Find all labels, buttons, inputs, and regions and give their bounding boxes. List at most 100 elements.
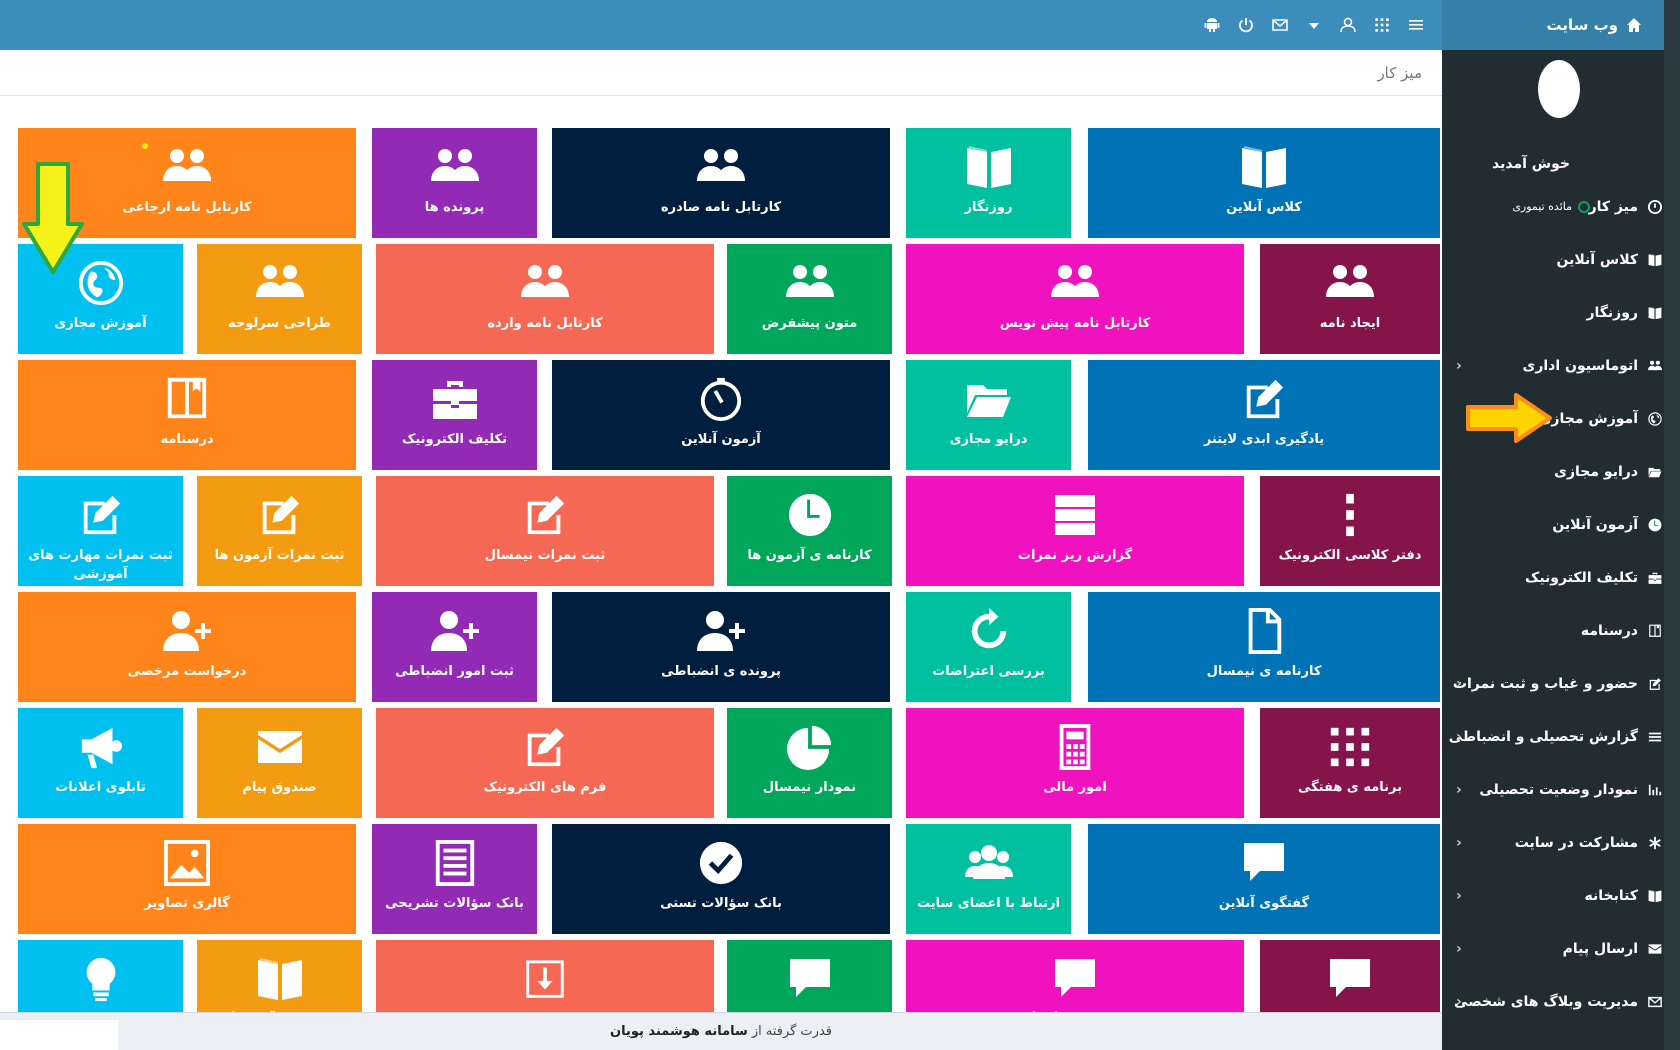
tile-18[interactable]: کارنامه ی آزمون ها xyxy=(727,476,892,586)
tile-40[interactable]: لیست مطالب ارسالی xyxy=(727,940,892,1012)
tile-27[interactable]: برنامه ی هفتگی xyxy=(1260,708,1440,818)
tile-30[interactable]: فرم های الکترونیک xyxy=(376,708,714,818)
annotation-arrow-down-icon xyxy=(22,162,84,274)
clock-icon xyxy=(1648,518,1662,532)
tile-13[interactable]: آزمون آنلاین xyxy=(552,360,890,470)
sidebar-item-7[interactable]: تکلیف الکترونیک xyxy=(1442,551,1680,604)
sidebar-item-14[interactable]: ارسال پیام ‹ xyxy=(1442,922,1680,975)
tile-7[interactable]: متون پیشفرض xyxy=(727,244,892,354)
tile-32[interactable]: تابلوی اعلانات xyxy=(18,708,183,818)
edit-icon xyxy=(1648,677,1662,691)
timer-icon xyxy=(697,376,745,422)
sidebar-item-13[interactable]: کتابخانه ‹ xyxy=(1442,869,1680,922)
user-icon[interactable] xyxy=(1338,17,1358,33)
tile-8[interactable]: کارتابل نامه وارده xyxy=(376,244,714,354)
tile-3[interactable]: پرونده ها xyxy=(372,128,537,238)
tile-16[interactable]: دفتر کلاسی الکترونیک xyxy=(1260,476,1440,586)
dropdown-icon[interactable] xyxy=(1304,17,1324,33)
sidebar-item-9[interactable]: حضور و غیاب و ثبت نمرات ‹ xyxy=(1442,657,1680,710)
tile-14[interactable]: تکلیف الکترونیک xyxy=(372,360,537,470)
tile-5[interactable]: ایجاد نامه xyxy=(1260,244,1440,354)
tile-33[interactable]: گفتگوی آنلاین xyxy=(1088,824,1440,934)
sidebar-item-6[interactable]: آزمون آنلاین xyxy=(1442,498,1680,551)
tile-37[interactable]: گالری تصاویر xyxy=(18,824,356,934)
sidebar-item-label: گزارش تحصیلی و انضباطی xyxy=(1448,728,1638,745)
sidebar-menu: میز کار کلاس آنلاین روزنگار اتوماسیون اداری… xyxy=(1442,180,1680,1028)
globe-icon xyxy=(1648,412,1662,426)
sidebar-item-12[interactable]: مشارکت در سایت ‹ xyxy=(1442,816,1680,869)
tile-6[interactable]: کارتابل نامه پیش نویس xyxy=(906,244,1244,354)
calculator-icon xyxy=(1051,724,1099,770)
grid-icon xyxy=(1326,724,1374,770)
tile-label: کارتابل نامه پیش نویس xyxy=(999,316,1151,331)
tile-31[interactable]: صندوق پیام xyxy=(197,708,362,818)
sidebar-item-8[interactable]: درسنامه xyxy=(1442,604,1680,657)
tile-11[interactable]: یادگیری ابدی لایتنر xyxy=(1088,360,1440,470)
tile-21[interactable]: ثبت نمرات مهارت های آموزشی xyxy=(18,476,183,586)
grid-icon[interactable] xyxy=(1372,17,1392,33)
users-icon xyxy=(256,260,304,306)
tile-39[interactable]: انجمن های گفتگو xyxy=(906,940,1244,1012)
clock-icon xyxy=(786,492,834,538)
edit-icon xyxy=(77,492,125,538)
tile-38[interactable]: ارسال مطلب در سایت xyxy=(1260,940,1440,1012)
tile-17[interactable]: گزارش ریز نمرات xyxy=(906,476,1244,586)
tile-25[interactable]: ثبت امور انضباطی xyxy=(372,592,537,702)
sidebar-item-3[interactable]: اتوماسیون اداری ‹ xyxy=(1442,339,1680,392)
book-icon xyxy=(256,956,304,1002)
tile-label: درخواست مرخصی xyxy=(127,664,247,679)
tile-26[interactable]: درخواست مرخصی xyxy=(18,592,356,702)
sidebar-item-label: نمودار وضعیت تحصیلی xyxy=(1479,781,1638,798)
envelope-icon xyxy=(1648,942,1662,956)
tile-20[interactable]: ثبت نمرات آزمون ها xyxy=(197,476,362,586)
android-icon[interactable] xyxy=(1202,17,1222,33)
tile-label: کارتابل نامه صادره xyxy=(660,200,782,215)
users-icon xyxy=(431,144,479,190)
sidebar-item-label: مشارکت در سایت xyxy=(1514,834,1638,851)
tile-9[interactable]: طراحی سرلوحه xyxy=(197,244,362,354)
image-icon xyxy=(163,840,211,886)
power-icon[interactable] xyxy=(1236,17,1256,33)
tile-29[interactable]: نمودار نیمسال xyxy=(727,708,892,818)
tile-19[interactable]: ثبت نمرات نیمسال xyxy=(376,476,714,586)
group-icon xyxy=(965,840,1013,886)
tile-12[interactable]: درایو مجازی xyxy=(906,360,1071,470)
sidebar-item-5[interactable]: درایو مجازی xyxy=(1442,445,1680,498)
tile-15[interactable]: درسنامه xyxy=(18,360,356,470)
tile-35[interactable]: بانک سؤالات تستی xyxy=(552,824,890,934)
tile-36[interactable]: بانک سؤالات تشریحی xyxy=(372,824,537,934)
tile-label: درایو مجازی xyxy=(949,432,1028,447)
brand-link[interactable]: وب سایت xyxy=(1442,0,1680,50)
tile-28[interactable]: امور مالی xyxy=(906,708,1244,818)
user-panel: خوش آمدید مائده تیموری xyxy=(1442,50,1680,213)
tile-2[interactable]: کارتابل نامه صادره xyxy=(552,128,890,238)
sidebar-item-15[interactable]: مدیریت وبلاگ های شخصی ‹ xyxy=(1442,975,1680,1028)
tile-label: فرم های الکترونیک xyxy=(483,780,607,795)
tile-label: کارتابل نامه ارجاعی xyxy=(122,200,252,215)
sidebar-item-0[interactable]: میز کار xyxy=(1442,180,1680,233)
tile-24[interactable]: پرونده ی انضباطی xyxy=(552,592,890,702)
tile-0[interactable]: کلاس آنلاین xyxy=(1088,128,1440,238)
sidebar: وب سایت خوش آمدید مائده تیموری میز کار کل… xyxy=(1442,0,1680,1050)
tile-42[interactable]: کتابخانه ی آموزشگاه xyxy=(197,940,362,1012)
tile-43[interactable]: سایت های مفید xyxy=(18,940,183,1012)
tile-22[interactable]: کارنامه ی نیمسال xyxy=(1088,592,1440,702)
tile-41[interactable]: کتابخانه ی الکترونیک xyxy=(376,940,714,1012)
users-icon xyxy=(163,144,211,190)
notification-dot xyxy=(142,143,148,149)
footer-brand[interactable]: سامانه هوشمند پویان xyxy=(610,1024,748,1039)
sidebar-item-label: مدیریت وبلاگ های شخصی xyxy=(1454,993,1638,1010)
tile-34[interactable]: ارتباط با اعضای سایت xyxy=(906,824,1071,934)
sidebar-item-2[interactable]: روزنگار xyxy=(1442,286,1680,339)
users-icon xyxy=(1648,359,1662,373)
tile-label: روزنگار xyxy=(964,200,1013,215)
tile-23[interactable]: بررسی اعتراضات xyxy=(906,592,1071,702)
sidebar-item-1[interactable]: کلاس آنلاین xyxy=(1442,233,1680,286)
sidebar-item-label: روزنگار xyxy=(1586,304,1638,321)
sidebar-item-11[interactable]: نمودار وضعیت تحصیلی ‹ xyxy=(1442,763,1680,816)
page-scrollbar[interactable] xyxy=(1664,0,1680,1050)
tile-1[interactable]: روزنگار xyxy=(906,128,1071,238)
sidebar-item-10[interactable]: گزارش تحصیلی و انضباطی ‹ xyxy=(1442,710,1680,763)
menu-icon[interactable] xyxy=(1406,17,1426,33)
mail-icon[interactable] xyxy=(1270,17,1290,33)
